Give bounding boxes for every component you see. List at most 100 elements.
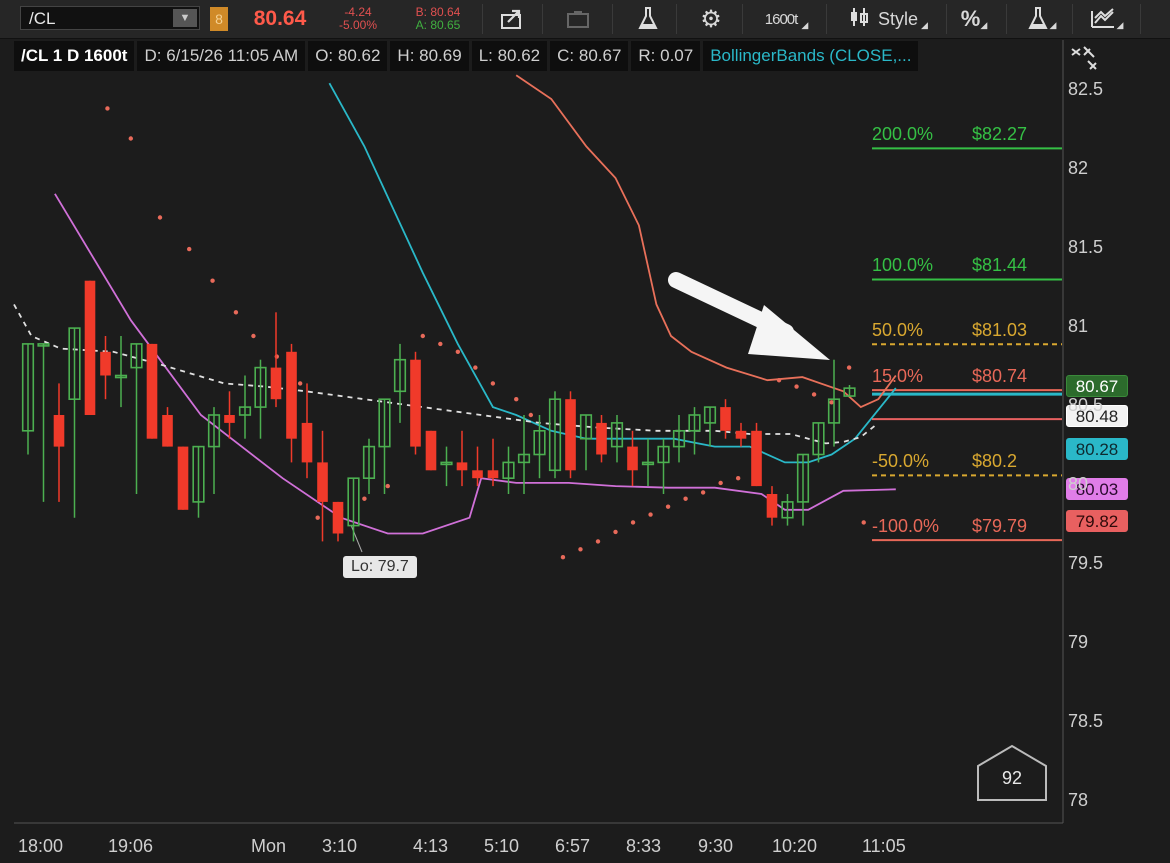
sar-point	[665, 504, 671, 509]
candle-body	[627, 446, 638, 471]
info-date: D: 6/15/26 11:05 AM	[137, 41, 306, 71]
sar-point	[648, 512, 653, 517]
info-close: C: 80.67	[550, 41, 629, 71]
link-badge-icon[interactable]: 8	[207, 0, 231, 38]
low-label: Lo: 79.7	[343, 556, 417, 578]
ask-value: A: 80.65	[415, 18, 461, 32]
candle-body	[162, 415, 173, 447]
info-high: H: 80.69	[390, 41, 469, 71]
chart-title: /CL 1 D 1600t	[14, 41, 135, 71]
candle-body	[456, 462, 468, 471]
symbol-dropdown-icon[interactable]: ▼	[173, 9, 197, 27]
candle-body	[565, 399, 576, 471]
chevron-down-icon: ◢	[921, 19, 928, 30]
fib-level-price: $82.27	[972, 124, 1028, 145]
study-label[interactable]: BollingerBands (CLOSE,...	[703, 41, 919, 71]
y-tick-label: 79	[1068, 632, 1089, 652]
info-open: O: 80.62	[308, 41, 388, 71]
sar-point	[613, 529, 618, 535]
net-change: -4.24 -5.00%	[328, 0, 388, 38]
candle-body	[146, 343, 158, 439]
candle-body	[472, 470, 483, 479]
settings-toggle-icon[interactable]	[1068, 43, 1104, 71]
link-badge: 8	[210, 7, 228, 31]
sar-point	[105, 106, 110, 111]
y-tick-label: 82.5	[1068, 79, 1104, 99]
y-tick-label: 80.5	[1068, 395, 1104, 415]
sar-point	[528, 412, 534, 418]
x-tick-label: 19:06	[108, 836, 154, 856]
sar-point	[233, 310, 239, 315]
candle-style-icon	[848, 6, 870, 33]
x-tick-label: 6:57	[555, 836, 591, 856]
sar-point	[385, 483, 390, 489]
sar-point	[776, 378, 782, 383]
sar-point	[490, 381, 496, 386]
style-dropdown[interactable]: Style ◢	[840, 0, 936, 38]
fib-level-price: $80.74	[972, 366, 1028, 387]
candle-body	[410, 359, 421, 447]
share-icon[interactable]	[494, 0, 530, 38]
x-tick-label: 18:00	[18, 836, 64, 856]
sar-point	[578, 547, 583, 552]
y-tick-label: 80	[1068, 474, 1089, 494]
candle-body	[735, 430, 747, 439]
sar-point	[251, 333, 256, 339]
x-tick-label: Mon	[251, 836, 287, 856]
sar-point	[718, 480, 723, 486]
bid-ask: B: 80.64 A: 80.65	[405, 0, 471, 38]
fib-level-pct: 100.0%	[872, 255, 934, 276]
toolbar: /CL ▼ 8 80.64 -4.24 -5.00% B: 80.64 A: 8…	[0, 0, 1170, 39]
y-tick-label: 78	[1068, 790, 1089, 810]
chevron-down-icon: ◢	[801, 19, 808, 30]
fib-level-price: $81.44	[972, 255, 1028, 276]
fib-level-pct: 200.0%	[872, 124, 934, 145]
candle-body	[100, 351, 111, 376]
y-tick-label: 82	[1068, 158, 1089, 178]
candle-body	[332, 501, 344, 534]
info-range: R: 0.07	[631, 41, 701, 71]
x-tick-label: 9:30	[698, 836, 734, 856]
sar-point	[829, 400, 834, 405]
candle-body	[766, 494, 778, 518]
fib-level-price: $80.2	[972, 451, 1018, 472]
candle-body	[596, 422, 607, 455]
sar-point	[473, 365, 478, 370]
pct-change-value: -5.00%	[338, 18, 378, 32]
candle-body	[317, 462, 328, 502]
sar-point	[455, 349, 461, 354]
symbol-input[interactable]: /CL ▼	[20, 6, 200, 30]
symbol-text: /CL	[29, 9, 56, 28]
sar-point	[630, 520, 636, 525]
candle-body	[425, 430, 437, 471]
y-tick-label: 81	[1068, 316, 1089, 336]
x-tick-label: 10:20	[772, 836, 818, 856]
volume-badge[interactable]: 92	[976, 768, 1048, 789]
x-tick-label: 11:05	[862, 836, 906, 856]
y-tick-label: 81.5	[1068, 237, 1104, 257]
aggregation-dropdown[interactable]: 1600t ◢	[758, 0, 814, 38]
fib-level-pct: 15.0%	[872, 366, 924, 387]
screenshot-icon[interactable]	[560, 0, 596, 38]
flask-icon[interactable]: ◢	[1024, 0, 1058, 38]
fib-level-pct: 50.0%	[872, 320, 924, 341]
fib-level-pct: -50.0%	[872, 451, 930, 472]
y-tick-label: 79.5	[1068, 553, 1104, 573]
price-badge: 80.28	[1066, 438, 1128, 460]
flask-icon[interactable]	[633, 0, 663, 38]
x-tick-label: 8:33	[626, 836, 662, 856]
x-tick-label: 4:13	[413, 836, 449, 856]
drawing-icon[interactable]: ◢	[1086, 0, 1126, 38]
x-tick-label: 3:10	[322, 836, 358, 856]
candle-body	[53, 415, 65, 447]
percent-icon[interactable]: % ◢	[956, 0, 992, 38]
sar-point	[187, 246, 192, 252]
y-tick-label: 78.5	[1068, 711, 1104, 731]
sar-point	[861, 520, 866, 525]
candle-body	[301, 422, 313, 463]
sar-point	[700, 490, 706, 495]
sar-point	[438, 341, 443, 347]
candle-body	[751, 430, 762, 487]
style-label: Style	[878, 8, 919, 29]
gear-icon[interactable]: ⚙	[696, 0, 726, 38]
